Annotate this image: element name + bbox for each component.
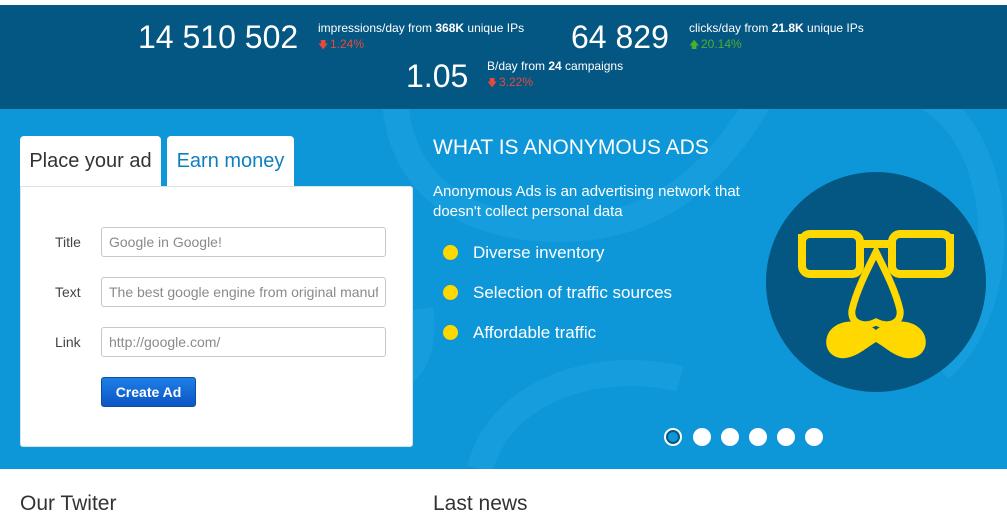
slide-dot[interactable] — [777, 428, 795, 446]
feature-item: Affordable traffic — [441, 321, 672, 361]
slide-dot[interactable] — [664, 428, 682, 446]
feature-item: Diverse inventory — [441, 241, 672, 281]
feature-item: Selection of traffic sources — [441, 281, 672, 321]
yellow-dot-icon — [443, 325, 458, 340]
top-divider — [0, 0, 1007, 5]
slide-dot[interactable] — [805, 428, 823, 446]
link-row: Link — [21, 327, 414, 357]
arrow-up-icon: 🡅 — [689, 40, 700, 51]
title-row: Title — [21, 227, 414, 257]
tab-place-your-ad[interactable]: Place your ad — [20, 136, 161, 187]
about-intro: Anonymous Ads is an advertising network … — [433, 183, 740, 220]
arrow-down-icon: 🡇 — [487, 78, 498, 89]
disguise-glasses-mustache-icon — [766, 172, 986, 392]
title-label: Title — [55, 234, 81, 250]
slide-dot[interactable] — [721, 428, 739, 446]
clicks-label: clicks/day from 21.8K unique IPs — [689, 21, 864, 35]
arrow-down-icon: 🡇 — [318, 40, 329, 51]
yellow-dot-icon — [443, 285, 458, 300]
twitter-section-title: Our Twiter — [20, 492, 117, 515]
tab-earn-money[interactable]: Earn money — [167, 136, 294, 189]
create-ad-button[interactable]: Create Ad — [101, 377, 196, 407]
clicks-value: 64 829 — [571, 19, 669, 55]
impressions-value: 14 510 502 — [138, 19, 299, 55]
clicks-delta: 🡅 20.14% — [689, 37, 742, 51]
slide-dot[interactable] — [749, 428, 767, 446]
yellow-dot-icon — [443, 245, 458, 260]
stats-bar: 14 510 502 impressions/day from 368K uni… — [0, 0, 1007, 109]
impressions-label: impressions/day from 368K unique IPs — [318, 21, 525, 35]
text-label: Text — [55, 284, 81, 300]
impressions-delta: 🡇 1.24% — [318, 37, 365, 51]
feature-list: Diverse inventory Selection of traffic s… — [441, 241, 672, 361]
text-row: Text — [21, 277, 414, 307]
price-value: 1.05 — [406, 58, 469, 94]
price-label: B/day from 24 campaigns — [487, 59, 624, 73]
title-input[interactable] — [101, 227, 386, 257]
news-section-title: Last news — [433, 492, 528, 515]
slide-dot[interactable] — [693, 428, 711, 446]
place-ad-form: Title Text Link Create Ad — [20, 186, 413, 447]
hero-section: Place your ad Earn money Title Text Link… — [0, 109, 1007, 469]
price-delta: 🡇 3.22% — [487, 75, 534, 89]
link-label: Link — [55, 334, 81, 350]
about-title: WHAT IS ANONYMOUS ADS — [433, 136, 709, 159]
link-input[interactable] — [101, 327, 386, 357]
text-input[interactable] — [101, 277, 386, 307]
